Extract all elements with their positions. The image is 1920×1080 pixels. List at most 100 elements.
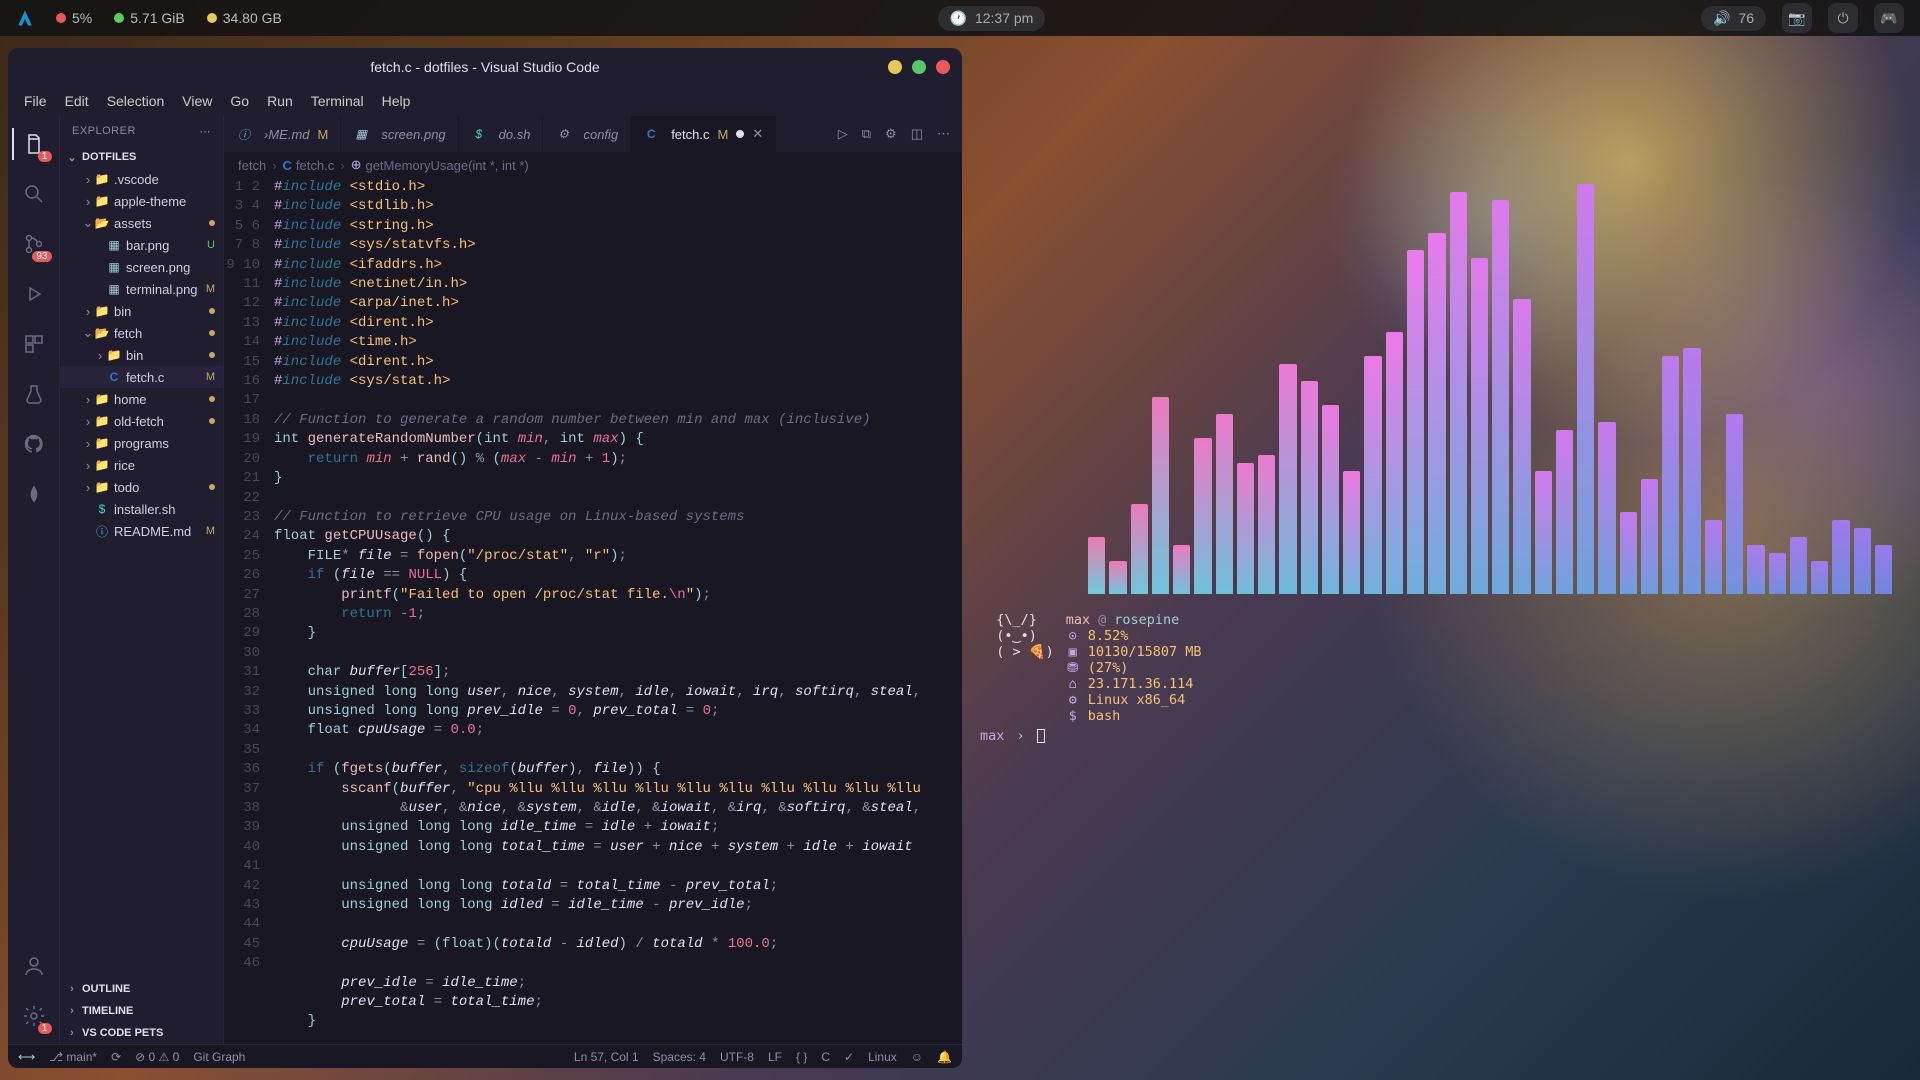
maximize-button[interactable] [912, 60, 926, 74]
menu-terminal[interactable]: Terminal [303, 89, 372, 113]
pets-section[interactable]: ›VS CODE PETS [60, 1022, 223, 1044]
problems-indicator[interactable]: ⊘ 0 ⚠ 0 [135, 1050, 179, 1064]
vscode-window: fetch.c - dotfiles - Visual Studio Code … [8, 48, 962, 1068]
more-icon[interactable]: ⋯ [937, 126, 950, 142]
cursor-position[interactable]: Ln 57, Col 1 [574, 1050, 639, 1064]
menu-edit[interactable]: Edit [57, 89, 97, 113]
viz-bar [1258, 455, 1275, 594]
tree-item-terminal-png[interactable]: ▦terminal.pngM [60, 278, 223, 300]
viz-bar [1662, 356, 1679, 594]
extensions-view-icon[interactable] [12, 324, 56, 364]
account-icon[interactable] [12, 946, 56, 986]
menu-run[interactable]: Run [259, 89, 301, 113]
menu-selection[interactable]: Selection [99, 89, 173, 113]
menu-go[interactable]: Go [222, 89, 257, 113]
tree-item-README-md[interactable]: ⓘREADME.mdM [60, 520, 223, 542]
tab-fetch-c[interactable]: Cfetch.cM✕ [631, 116, 776, 152]
camera-icon: 📷 [1788, 10, 1805, 27]
viz-bar [1598, 422, 1615, 594]
git-graph-indicator[interactable]: Git Graph [193, 1050, 245, 1064]
search-view-icon[interactable] [12, 174, 56, 214]
ram-usage: 5.71 GiB [114, 10, 184, 26]
explorer-more-icon[interactable]: ⋯ [200, 125, 212, 138]
explorer-view-icon[interactable]: 1 [12, 124, 56, 164]
tree-item-screen-png[interactable]: ▦screen.png [60, 256, 223, 278]
settings-gear-icon[interactable]: 1 [12, 996, 56, 1036]
folder-section-header[interactable]: ⌄ DOTFILES [60, 146, 223, 168]
branch-indicator[interactable]: ⎇ main* [49, 1050, 97, 1064]
viz-bar [1620, 512, 1637, 594]
viz-bar [1450, 192, 1467, 594]
explorer-badge: 1 [38, 151, 52, 162]
spaces-indicator[interactable]: Spaces: 4 [653, 1050, 706, 1064]
split-icon[interactable]: ◫ [911, 126, 923, 142]
tab-screen-png[interactable]: ▦screen.png [341, 116, 458, 152]
viz-bar [1556, 430, 1573, 594]
encoding-indicator[interactable]: UTF-8 [720, 1050, 754, 1064]
tree-item-rice[interactable]: ›📁rice [60, 454, 223, 476]
tree-item-old-fetch[interactable]: ›📁old-fetch [60, 410, 223, 432]
sync-indicator[interactable]: ⟳ [111, 1050, 121, 1064]
title-bar: fetch.c - dotfiles - Visual Studio Code [8, 48, 962, 86]
test-view-icon[interactable] [12, 374, 56, 414]
tree-item-fetch-c[interactable]: Cfetch.cM [60, 366, 223, 388]
prettier-icon[interactable]: ✓ [844, 1050, 854, 1064]
timeline-section[interactable]: ›TIMELINE [60, 1000, 223, 1022]
feedback-icon[interactable]: ☺ [911, 1050, 923, 1064]
tab-config[interactable]: ⚙config [543, 116, 631, 152]
tree-item-assets[interactable]: ⌄📂assets [60, 212, 223, 234]
close-window-button[interactable] [936, 60, 950, 74]
power-icon: ⏻ [1837, 10, 1848, 27]
menu-help[interactable]: Help [374, 89, 419, 113]
scm-view-icon[interactable]: 93 [12, 224, 56, 264]
os-indicator[interactable]: Linux [868, 1050, 897, 1064]
run-icon[interactable]: ▷ [838, 126, 848, 142]
gear-icon[interactable]: ⚙ [885, 126, 897, 142]
menu-view[interactable]: View [174, 89, 220, 113]
discord-button[interactable]: 🎮 [1874, 3, 1904, 33]
diff-icon[interactable]: ⧉ [862, 126, 871, 142]
minimize-button[interactable] [888, 60, 902, 74]
tree-item-home[interactable]: ›📁home [60, 388, 223, 410]
menubar: FileEditSelectionViewGoRunTerminalHelp [8, 86, 962, 116]
mongodb-view-icon[interactable] [12, 474, 56, 514]
code-editor[interactable]: 1 2 3 4 5 6 7 8 9 10 11 12 13 14 15 16 1… [224, 178, 962, 1044]
tree-item-bin[interactable]: ›📁bin [60, 344, 223, 366]
fetch-row: ⚙Linux x86_64 [1066, 692, 1202, 708]
tab-do-sh[interactable]: $do.sh [459, 116, 544, 152]
cpu-usage: 5% [56, 10, 92, 26]
tree-item-bar-png[interactable]: ▦bar.pngU [60, 234, 223, 256]
terminal-panel: {\_/} (•‿•) ( > 🍕) max@rosepine⊙8.52%▣10… [968, 44, 1912, 1072]
fetch-output: {\_/} (•‿•) ( > 🍕) max@rosepine⊙8.52%▣10… [980, 612, 1202, 724]
terminal-prompt[interactable]: max › [980, 728, 1045, 744]
bell-icon[interactable]: 🔔 [937, 1050, 952, 1064]
tab--ME-md[interactable]: ⓘ›ME.mdM [224, 116, 341, 152]
remote-indicator[interactable]: ⟷ [18, 1050, 35, 1064]
fetch-userhost: max@rosepine [1066, 612, 1202, 628]
screenshot-button[interactable]: 📷 [1782, 3, 1812, 33]
breadcrumb[interactable]: fetch› Cfetch.c› ⊕getMemoryUsage(int *, … [224, 152, 962, 178]
volume-indicator[interactable]: 🔊 76 [1701, 6, 1766, 31]
viz-bar [1726, 414, 1743, 594]
language-indicator[interactable]: C [821, 1050, 830, 1064]
debug-view-icon[interactable] [12, 274, 56, 314]
tree-item-installer-sh[interactable]: $installer.sh [60, 498, 223, 520]
bracket-indicator[interactable]: { } [796, 1050, 807, 1064]
eol-indicator[interactable]: LF [768, 1050, 782, 1064]
power-button[interactable]: ⏻ [1828, 3, 1858, 33]
menu-file[interactable]: File [16, 89, 55, 113]
tree-item-bin[interactable]: ›📁bin [60, 300, 223, 322]
tree-item--vscode[interactable]: ›📁.vscode [60, 168, 223, 190]
tree-item-fetch[interactable]: ⌄📂fetch [60, 322, 223, 344]
fetch-row: ▣10130/15807 MB [1066, 644, 1202, 660]
viz-bar [1641, 479, 1658, 594]
tree-item-apple-theme[interactable]: ›📁apple-theme [60, 190, 223, 212]
tree-item-programs[interactable]: ›📁programs [60, 432, 223, 454]
arch-logo-icon[interactable] [16, 9, 34, 27]
clock[interactable]: 🕐 12:37 pm [938, 6, 1046, 31]
close-tab-icon[interactable]: ✕ [752, 126, 763, 142]
tree-item-todo[interactable]: ›📁todo [60, 476, 223, 498]
viz-bar [1173, 545, 1190, 594]
outline-section[interactable]: ›OUTLINE [60, 978, 223, 1000]
github-view-icon[interactable] [12, 424, 56, 464]
